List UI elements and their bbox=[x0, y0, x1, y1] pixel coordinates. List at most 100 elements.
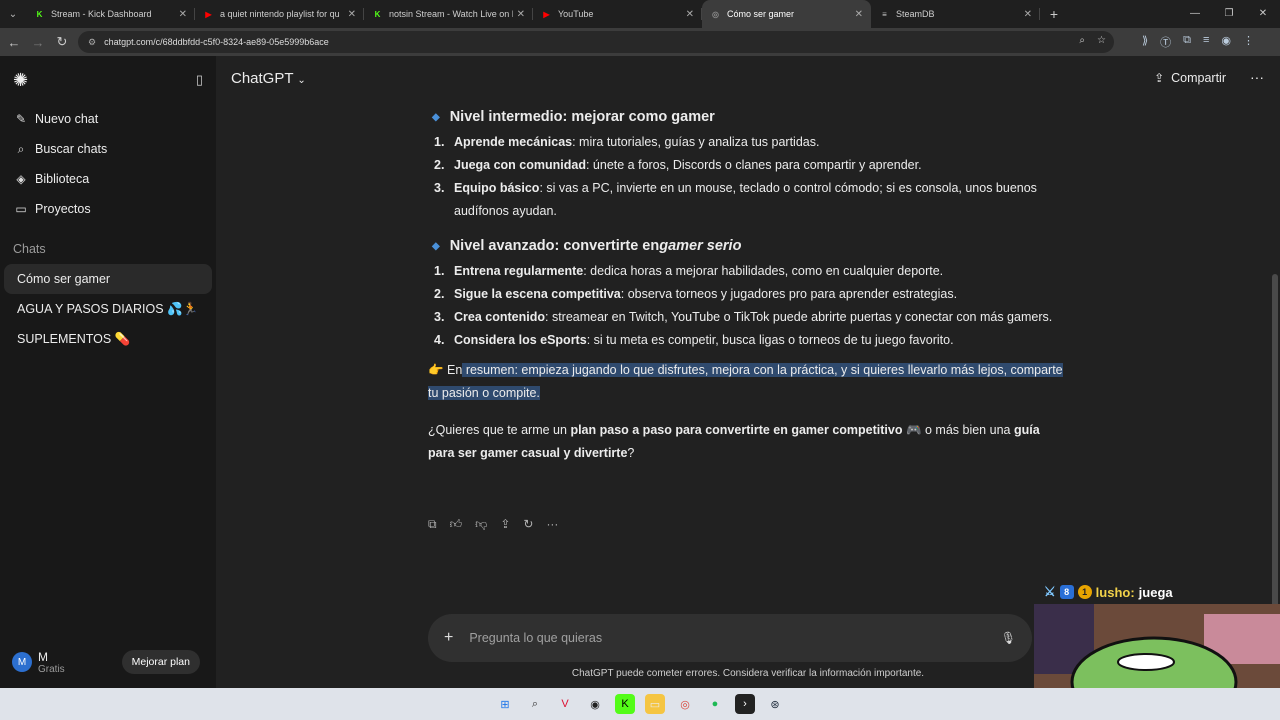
sidebar-item-label: Nuevo chat bbox=[35, 112, 99, 126]
chat-username: lusho: bbox=[1095, 584, 1135, 600]
close-window-icon[interactable]: ✕ bbox=[1246, 0, 1280, 28]
more-actions-icon[interactable]: ··· bbox=[546, 517, 558, 532]
user-menu[interactable]: M M Gratis Mejorar plan bbox=[0, 644, 216, 680]
site-info-icon[interactable]: ⚙ bbox=[88, 37, 96, 48]
close-tab-icon[interactable]: ✕ bbox=[179, 9, 187, 20]
browser-tab[interactable]: ▶ a quiet nintendo playlist for qu ✕ bbox=[195, 0, 364, 28]
question-text: ? bbox=[627, 446, 635, 460]
upgrade-plan-button[interactable]: Mejorar plan bbox=[121, 650, 200, 674]
terminal-icon[interactable]: › bbox=[735, 694, 755, 714]
sidebar-item[interactable]: ◈ Biblioteca bbox=[0, 164, 216, 194]
search-icon[interactable]: ⌕ bbox=[525, 694, 545, 714]
regenerate-icon[interactable]: ↻ bbox=[523, 517, 533, 532]
extension-icon[interactable]: ⟫ bbox=[1142, 34, 1148, 50]
list-item: 4. Considera los eSports: si tu meta es c… bbox=[434, 329, 1068, 352]
model-label: ChatGPT bbox=[231, 70, 294, 87]
rank-badge-icon: 1 bbox=[1077, 585, 1092, 599]
chevron-down-icon: ⌄ bbox=[297, 75, 306, 86]
list-item: 3. Crea contenido: streamear en Twitch, Y… bbox=[434, 306, 1068, 329]
sidebar-item[interactable]: ⌕ Buscar chats bbox=[0, 134, 216, 164]
browser-menu-icon[interactable]: ⋮ bbox=[1243, 34, 1254, 50]
tab-title: Stream - Kick Dashboard bbox=[51, 9, 152, 19]
list-item-text: : mira tutoriales, guías y analiza tus p… bbox=[572, 135, 820, 149]
list-number: 2. bbox=[434, 287, 445, 301]
valorant-icon[interactable]: V bbox=[555, 694, 575, 714]
zoom-icon[interactable]: ⌕ bbox=[1079, 35, 1085, 46]
list-item-bold: Aprende mecánicas bbox=[454, 135, 573, 149]
list-item-body: Considera los eSports: si tu meta es com… bbox=[454, 329, 954, 352]
minimize-icon[interactable]: — bbox=[1178, 0, 1212, 28]
window-controls: — ❐ ✕ bbox=[1178, 0, 1280, 28]
obs-icon[interactable]: ◉ bbox=[585, 694, 605, 714]
back-icon[interactable]: ← bbox=[2, 35, 26, 50]
media-control-icon[interactable]: ≡ bbox=[1203, 34, 1209, 50]
close-tab-icon[interactable]: ✕ bbox=[517, 9, 525, 20]
url-text: chatgpt.com/c/68ddbfdd-c5f0-8324-ae89-05… bbox=[104, 37, 329, 47]
tab-title: YouTube bbox=[558, 9, 594, 19]
sidebar-toggle-icon[interactable]: ▯ bbox=[196, 72, 203, 88]
share-button[interactable]: ⇪ Compartir bbox=[1154, 71, 1226, 85]
browser-tab[interactable]: ≡ SteamDB ✕ bbox=[871, 0, 1040, 28]
list-item: 3. Equipo básico: si vas a PC, invierte e… bbox=[434, 177, 1068, 223]
microphone-icon[interactable]: 🎙︎ bbox=[1001, 631, 1016, 645]
bookmark-star-icon[interactable]: ☆ bbox=[1097, 35, 1106, 46]
heading-text: Nivel avanzado: convertirte en bbox=[449, 237, 660, 254]
list-item-bold: Crea contenido bbox=[454, 310, 545, 324]
section-heading: ◆ Nivel avanzado: convertirte en gamer se… bbox=[432, 235, 1068, 257]
profile-icon[interactable]: ◉ bbox=[1221, 34, 1231, 50]
list-item-body: Aprende mecánicas: mira tutoriales, guía… bbox=[454, 131, 819, 154]
address-bar[interactable]: ⚙ chatgpt.com/c/68ddbfdd-c5f0-8324-ae89-… bbox=[78, 31, 1114, 53]
list-item-bold: Sigue la escena competitiva bbox=[454, 287, 621, 301]
tab-title: SteamDB bbox=[896, 9, 935, 19]
question-text: ¿Quieres que te arme un bbox=[428, 423, 571, 437]
thumbs-down-icon[interactable]: 👎︎ bbox=[475, 517, 487, 532]
share-message-icon[interactable]: ⇪ bbox=[500, 517, 510, 532]
chrome-icon[interactable]: ◎ bbox=[675, 694, 695, 714]
browser-tab[interactable]: K Stream - Kick Dashboard ✕ bbox=[26, 0, 195, 28]
browser-tab[interactable]: Knotsin Stream - Watch Live on K ✕ bbox=[364, 0, 533, 28]
chat-history-item[interactable]: SUPLEMENTOS 💊 bbox=[4, 324, 212, 354]
attach-plus-icon[interactable]: + bbox=[444, 629, 453, 647]
restore-icon[interactable]: ❐ bbox=[1212, 0, 1246, 28]
openai-logo-icon[interactable]: ✺ bbox=[13, 70, 28, 91]
close-tab-icon[interactable]: ✕ bbox=[855, 9, 863, 20]
forward-icon[interactable]: → bbox=[26, 35, 50, 50]
sidebar-item-label: Proyectos bbox=[35, 202, 91, 216]
more-options-icon[interactable]: ··· bbox=[1250, 69, 1264, 85]
new-tab-button[interactable]: + bbox=[1040, 6, 1068, 22]
file-explorer-icon[interactable]: ▭ bbox=[645, 694, 665, 714]
browser-tab[interactable]: ▶ YouTube ✕ bbox=[533, 0, 702, 28]
tab-search-icon[interactable]: ⌄ bbox=[0, 0, 26, 28]
composer[interactable]: + Pregunta lo que quieras 🎙︎ bbox=[428, 614, 1032, 662]
chat-history-item[interactable]: Cómo ser gamer bbox=[4, 264, 212, 294]
scrollbar-thumb[interactable] bbox=[1272, 274, 1278, 654]
reload-icon[interactable]: ↻ bbox=[50, 34, 74, 50]
extensions-puzzle-icon[interactable]: ⧉ bbox=[1183, 34, 1191, 50]
summary-start: En bbox=[443, 363, 463, 377]
sidebar-item[interactable]: ▭ Proyectos bbox=[0, 194, 216, 224]
spotify-icon[interactable]: ● bbox=[705, 694, 725, 714]
browser-tab[interactable]: ◎ Cómo ser gamer ✕ bbox=[702, 0, 871, 28]
copy-icon[interactable]: ⧉ bbox=[428, 517, 437, 532]
list-item-body: Entrena regularmente: dedica horas a mej… bbox=[454, 260, 943, 283]
ordered-list: 1. Aprende mecánicas: mira tutoriales, gu… bbox=[434, 131, 1068, 223]
steam-icon[interactable]: ⊛ bbox=[765, 694, 785, 714]
list-item-body: Sigue la escena competitiva: observa tor… bbox=[454, 283, 957, 306]
close-tab-icon[interactable]: ✕ bbox=[348, 9, 356, 20]
chat-history-item[interactable]: AGUA Y PASOS DIARIOS 💦🏃 bbox=[4, 294, 212, 324]
thumbs-up-icon[interactable]: 👍︎ bbox=[450, 517, 463, 532]
assistant-message: ◆ Nivel intermedio: mejorar como gamer 1.… bbox=[428, 106, 1068, 465]
kick-icon[interactable]: K bbox=[615, 694, 635, 714]
sidebar-item[interactable]: ✎ Nuevo chat bbox=[0, 104, 216, 134]
list-number: 1. bbox=[434, 135, 445, 149]
tab-title: a quiet nintendo playlist for qu bbox=[220, 9, 340, 19]
model-selector[interactable]: ChatGPT ⌄ bbox=[231, 70, 306, 87]
close-tab-icon[interactable]: ✕ bbox=[1024, 9, 1032, 20]
close-tab-icon[interactable]: ✕ bbox=[686, 9, 694, 20]
avatar[interactable]: M bbox=[12, 652, 32, 672]
scrollbar[interactable] bbox=[1272, 104, 1278, 684]
translate-icon[interactable]: Ⓣ bbox=[1160, 34, 1171, 50]
start-icon[interactable]: ⊞ bbox=[495, 694, 515, 714]
list-item-text: : dedica horas a mejorar habilidades, co… bbox=[583, 264, 944, 278]
prompt-input[interactable]: Pregunta lo que quieras bbox=[469, 631, 1000, 645]
